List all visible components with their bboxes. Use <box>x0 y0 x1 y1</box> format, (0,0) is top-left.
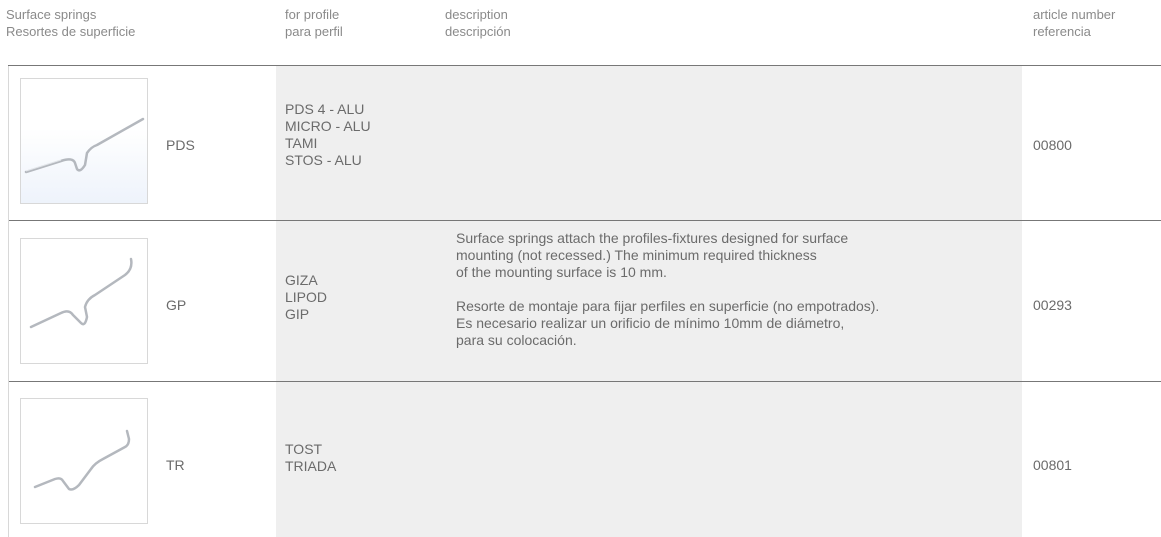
profile-item: PDS 4 - ALU <box>285 101 365 117</box>
column-header-profile: for profile para perfil <box>285 6 343 40</box>
header-desc-en: description <box>445 7 508 22</box>
column-header-article: article number referencia <box>1033 6 1115 40</box>
description-es-line: Es necesario realizar un orificio de mín… <box>456 315 845 331</box>
header-article-en: article number <box>1033 7 1116 22</box>
description-en-line: of the mounting surface is 10 mm. <box>456 264 667 280</box>
description-en-line: Surface springs attach the profiles-fixt… <box>456 230 849 246</box>
spring-code: TR <box>166 457 185 473</box>
profile-item: GIP <box>285 306 310 322</box>
spring-code: PDS <box>166 137 195 153</box>
profile-item: TRIADA <box>285 458 337 474</box>
spring-image-pds <box>20 78 148 204</box>
profile-item: STOS - ALU <box>285 152 362 168</box>
description-text: Surface springs attach the profiles-fixt… <box>456 230 1016 349</box>
article-number: 00801 <box>1033 457 1072 473</box>
row-divider <box>8 220 1161 221</box>
profile-item: LIPOD <box>285 289 328 305</box>
spring-pds-icon <box>24 117 145 174</box>
description-es-line: para su colocación. <box>456 332 577 348</box>
spring-image-tr <box>20 398 148 524</box>
profile-item: MICRO - ALU <box>285 118 371 134</box>
header-profile-en: for profile <box>285 7 340 22</box>
row-divider <box>8 381 1161 382</box>
article-number: 00293 <box>1033 297 1072 313</box>
description-en-line: mounting (not recessed.) The minimum req… <box>456 247 817 263</box>
profile-list: TOST TRIADA <box>285 441 336 475</box>
column-header-type: Surface springs Resortes de superficie <box>6 6 135 40</box>
header-article-es: referencia <box>1033 24 1091 39</box>
article-number: 00800 <box>1033 137 1072 153</box>
header-desc-es: descripción <box>445 24 511 39</box>
header-divider <box>8 65 1161 66</box>
spring-gp-icon <box>29 257 133 329</box>
header-type-en: Surface springs <box>6 7 97 22</box>
header-profile-es: para perfil <box>285 24 343 39</box>
profile-list: GIZA LIPOD GIP <box>285 272 327 323</box>
profile-item: TAMI <box>285 135 318 151</box>
header-type-es: Resortes de superficie <box>6 24 136 39</box>
profile-item: TOST <box>285 441 323 457</box>
spring-image-gp <box>20 238 148 364</box>
spring-code: GP <box>166 297 187 313</box>
spring-tr-icon <box>33 429 131 491</box>
column-header-description: description descripción <box>445 6 511 40</box>
profile-item: GIZA <box>285 272 318 288</box>
profile-list: PDS 4 - ALU MICRO - ALU TAMI STOS - ALU <box>285 101 371 169</box>
left-border <box>8 66 9 537</box>
description-es-line: Resorte de montaje para fijar perfiles e… <box>456 298 880 314</box>
